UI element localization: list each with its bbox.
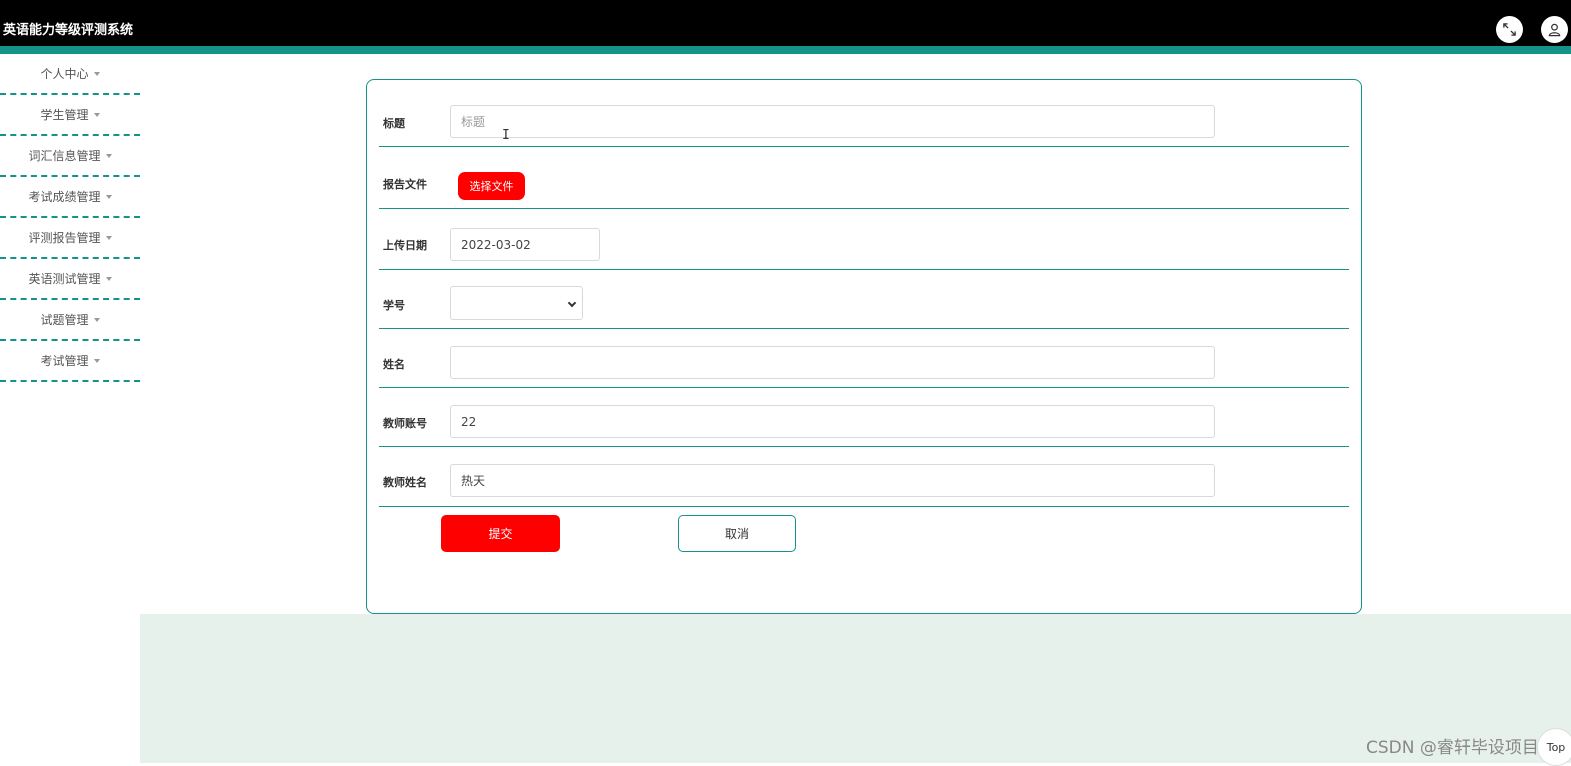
sidebar-item-exam-management[interactable]: 考试管理 (0, 341, 140, 382)
caret-down-icon (93, 113, 100, 117)
user-icon[interactable] (1541, 16, 1568, 43)
caret-down-icon (105, 154, 112, 158)
form-row-teacher-name: 教师姓名 (379, 447, 1349, 507)
sidebar-item-label: 英语测试管理 (28, 272, 101, 286)
title-input[interactable] (450, 105, 1215, 138)
sidebar-item-vocabulary-management[interactable]: 词汇信息管理 (0, 136, 140, 177)
form-row-name: 姓名 (379, 329, 1349, 388)
app-title: 英语能力等级评测系统 (3, 23, 134, 38)
sidebar-item-personal-center[interactable]: 个人中心 (0, 54, 140, 95)
name-input[interactable] (450, 346, 1215, 379)
sidebar-item-report-management[interactable]: 评测报告管理 (0, 218, 140, 259)
sidebar-item-label: 词汇信息管理 (28, 149, 101, 163)
sidebar-item-english-test-management[interactable]: 英语测试管理 (0, 259, 140, 300)
upload-date-label: 上传日期 (383, 239, 427, 252)
student-no-label: 学号 (383, 299, 405, 312)
sidebar-item-student-management[interactable]: 学生管理 (0, 95, 140, 136)
teacher-name-input[interactable] (450, 464, 1215, 497)
sidebar-item-question-management[interactable]: 试题管理 (0, 300, 140, 341)
caret-down-icon (93, 359, 100, 363)
choose-file-button[interactable]: 选择文件 (458, 172, 525, 200)
report-file-label: 报告文件 (383, 178, 427, 191)
name-label: 姓名 (383, 358, 405, 371)
back-to-top-button[interactable]: Top (1537, 728, 1571, 766)
fullscreen-icon[interactable] (1496, 16, 1523, 43)
caret-down-icon (105, 236, 112, 240)
sidebar-item-label: 学生管理 (40, 108, 89, 122)
student-no-select[interactable] (450, 286, 583, 320)
content-footer-area (140, 614, 1571, 763)
caret-down-icon (93, 318, 100, 322)
text-cursor-icon: I (502, 128, 510, 143)
sidebar-item-label: 评测报告管理 (28, 231, 101, 245)
caret-down-icon (105, 195, 112, 199)
sidebar-item-label: 试题管理 (40, 313, 89, 327)
teacher-account-input[interactable] (450, 405, 1215, 438)
chevron-down-icon (567, 298, 577, 308)
watermark: CSDN @睿轩毕设项目 (1366, 738, 1539, 758)
upload-date-input[interactable] (450, 228, 600, 261)
sidebar: 个人中心 学生管理 词汇信息管理 考试成绩管理 评测报告管理 英语测试管理 试题… (0, 54, 140, 382)
form-row-student-no: 学号 (379, 270, 1349, 329)
sidebar-item-label: 个人中心 (40, 67, 89, 81)
header-accent-stripe (0, 46, 1571, 54)
caret-down-icon (93, 72, 100, 76)
form-row-title: 标题 (379, 80, 1349, 147)
form-row-report-file: 报告文件 选择文件 (379, 147, 1349, 209)
sidebar-item-label: 考试管理 (40, 354, 89, 368)
sidebar-item-label: 考试成绩管理 (28, 190, 101, 204)
submit-button[interactable]: 提交 (441, 515, 560, 552)
teacher-account-label: 教师账号 (383, 417, 427, 430)
top-bar: 英语能力等级评测系统 (0, 0, 1571, 46)
title-label: 标题 (383, 117, 405, 130)
sidebar-item-exam-score-management[interactable]: 考试成绩管理 (0, 177, 140, 218)
teacher-name-label: 教师姓名 (383, 476, 427, 489)
form-row-upload-date: 上传日期 (379, 209, 1349, 270)
cancel-button[interactable]: 取消 (678, 515, 796, 552)
form-row-teacher-account: 教师账号 (379, 388, 1349, 447)
caret-down-icon (105, 277, 112, 281)
